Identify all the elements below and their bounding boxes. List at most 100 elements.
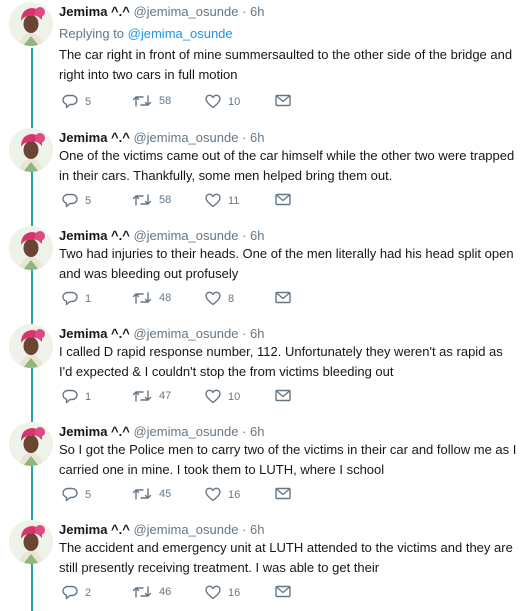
reply-button[interactable]: 5 — [62, 94, 91, 109]
heart-icon — [205, 487, 221, 502]
retweet-button[interactable]: 45 — [132, 487, 171, 501]
avatar[interactable] — [9, 324, 53, 368]
tweet-text: Two had injuries to their heads. One of … — [59, 246, 514, 281]
direct-message-button[interactable] — [275, 585, 291, 598]
tweet-actions: 1 48 8 — [62, 291, 342, 311]
separator-dot: · — [242, 130, 247, 145]
avatar[interactable] — [9, 128, 53, 172]
like-count: 10 — [228, 390, 241, 403]
separator-dot: · — [242, 326, 247, 341]
user-handle[interactable]: @jemima_osunde — [133, 228, 238, 243]
like-count: 10 — [228, 95, 241, 108]
heart-icon — [205, 389, 221, 404]
tweet-text: One of the victims came out of the car h… — [59, 148, 515, 183]
display-name[interactable]: Jemima ^.^ — [59, 130, 130, 145]
avatar[interactable] — [9, 520, 53, 564]
retweet-icon — [132, 586, 152, 598]
tweet-2[interactable]: Jemima ^.^ @jemima_osunde · 6h Two had i… — [0, 224, 527, 320]
tweet-header: Jemima ^.^ @jemima_osunde · 6h — [59, 424, 265, 439]
tweet-5[interactable]: Jemima ^.^ @jemima_osunde · 6h The accid… — [0, 518, 527, 611]
user-handle[interactable]: @jemima_osunde — [133, 424, 238, 439]
retweet-button[interactable]: 46 — [132, 585, 171, 599]
display-name[interactable]: Jemima ^.^ — [59, 326, 130, 341]
envelope-icon — [275, 94, 291, 107]
avatar[interactable] — [9, 2, 53, 46]
separator-dot: · — [242, 228, 247, 243]
direct-message-button[interactable] — [275, 291, 291, 304]
reply-icon — [62, 389, 78, 404]
user-handle[interactable]: @jemima_osunde — [133, 522, 238, 537]
timestamp[interactable]: 6h — [250, 130, 264, 145]
retweet-count: 47 — [159, 390, 172, 402]
reply-button[interactable]: 5 — [62, 193, 91, 208]
timestamp[interactable]: 6h — [250, 522, 264, 537]
display-name[interactable]: Jemima ^.^ — [59, 424, 130, 439]
retweet-count: 46 — [159, 586, 172, 598]
like-button[interactable]: 11 — [205, 193, 239, 208]
direct-message-button[interactable] — [275, 193, 291, 206]
retweet-icon — [132, 194, 152, 206]
like-button[interactable]: 16 — [205, 585, 240, 600]
user-handle[interactable]: @jemima_osunde — [133, 130, 238, 145]
reply-icon — [62, 291, 78, 306]
avatar[interactable] — [9, 226, 53, 270]
heart-icon — [205, 585, 221, 600]
direct-message-button[interactable] — [275, 389, 291, 402]
reply-button[interactable]: 2 — [62, 585, 91, 600]
user-handle[interactable]: @jemima_osunde — [133, 4, 238, 19]
envelope-icon — [275, 193, 291, 206]
like-button[interactable]: 8 — [205, 291, 234, 306]
reply-count: 1 — [85, 292, 92, 305]
avatar[interactable] — [9, 422, 53, 466]
direct-message-button[interactable] — [275, 94, 291, 107]
envelope-icon — [275, 291, 291, 304]
tweet-text: The car right in front of mine summersau… — [59, 47, 513, 82]
like-count: 11 — [228, 194, 240, 207]
like-button[interactable]: 16 — [205, 487, 240, 502]
tweet-header: Jemima ^.^ @jemima_osunde · 6h — [59, 522, 265, 537]
tweet-actions: 2 46 16 — [62, 585, 342, 605]
retweet-count: 58 — [159, 194, 172, 206]
tweet-3[interactable]: Jemima ^.^ @jemima_osunde · 6h I called … — [0, 322, 527, 418]
tweet-actions: 5 58 11 — [62, 193, 342, 213]
replying-to: Replying to @jemima_osunde — [59, 26, 233, 41]
reply-button[interactable]: 5 — [62, 487, 91, 502]
replying-mention-link[interactable]: @jemima_osunde — [128, 26, 233, 41]
heart-icon — [205, 94, 221, 109]
timestamp[interactable]: 6h — [250, 4, 264, 19]
reply-icon — [62, 94, 78, 109]
reply-count: 1 — [85, 390, 92, 403]
timestamp[interactable]: 6h — [250, 326, 264, 341]
separator-dot: · — [242, 424, 247, 439]
tweet-header: Jemima ^.^ @jemima_osunde · 6h — [59, 228, 265, 243]
retweet-button[interactable]: 48 — [132, 291, 171, 305]
like-count: 8 — [228, 292, 235, 305]
separator-dot: · — [242, 4, 247, 19]
reply-button[interactable]: 1 — [62, 291, 91, 306]
envelope-icon — [275, 389, 291, 402]
reply-button[interactable]: 1 — [62, 389, 91, 404]
reply-icon — [62, 193, 78, 208]
retweet-icon — [132, 95, 152, 107]
user-handle[interactable]: @jemima_osunde — [133, 326, 238, 341]
reply-count: 5 — [85, 194, 92, 207]
direct-message-button[interactable] — [275, 487, 291, 500]
display-name[interactable]: Jemima ^.^ — [59, 228, 130, 243]
like-button[interactable]: 10 — [205, 389, 240, 404]
display-name[interactable]: Jemima ^.^ — [59, 522, 130, 537]
retweet-button[interactable]: 47 — [132, 389, 171, 403]
tweet-4[interactable]: Jemima ^.^ @jemima_osunde · 6h So I got … — [0, 420, 527, 516]
display-name[interactable]: Jemima ^.^ — [59, 4, 130, 19]
timestamp[interactable]: 6h — [250, 228, 264, 243]
like-count: 16 — [228, 488, 241, 501]
timestamp[interactable]: 6h — [250, 424, 264, 439]
like-button[interactable]: 10 — [205, 94, 240, 109]
tweet-0[interactable]: Jemima ^.^ @jemima_osunde · 6h Replying … — [0, 0, 527, 120]
retweet-button[interactable]: 58 — [132, 193, 171, 207]
retweet-count: 45 — [159, 488, 172, 500]
replying-prefix: Replying to — [59, 26, 128, 41]
envelope-icon — [275, 585, 291, 598]
tweet-header: Jemima ^.^ @jemima_osunde · 6h — [59, 130, 265, 145]
retweet-button[interactable]: 58 — [132, 94, 171, 108]
tweet-1[interactable]: Jemima ^.^ @jemima_osunde · 6h One of th… — [0, 126, 527, 222]
